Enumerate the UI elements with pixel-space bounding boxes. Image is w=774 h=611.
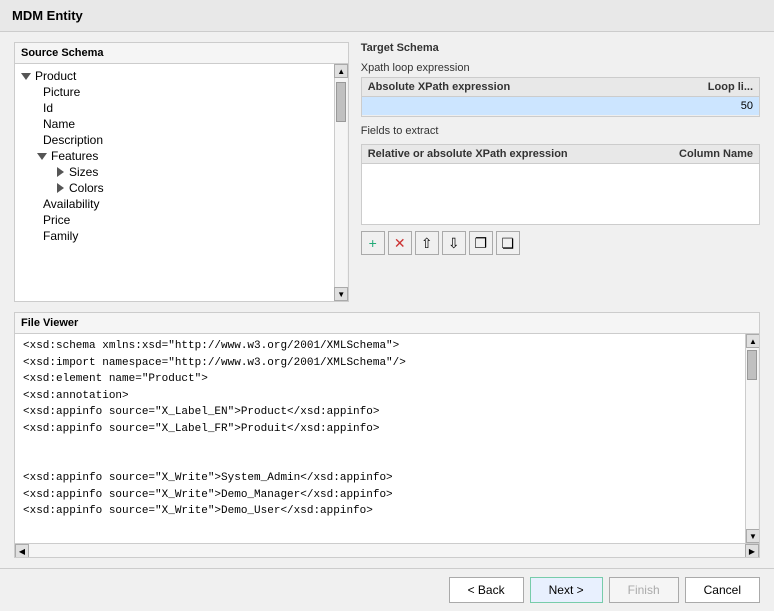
fv-hscroll-right-btn[interactable]: ▶ xyxy=(745,544,759,558)
colors-label: Colors xyxy=(67,181,104,195)
file-viewer-hscrollbar: ◀ ▶ xyxy=(15,543,759,557)
fields-table: Relative or absolute XPath expression Co… xyxy=(361,144,760,225)
file-viewer-panel: File Viewer <xsd:schema xmlns:xsd="http:… xyxy=(14,312,760,558)
fv-scroll-thumb[interactable] xyxy=(747,350,757,380)
xpath-col-label: Absolute XPath expression xyxy=(368,81,510,93)
scroll-down-btn[interactable]: ▼ xyxy=(334,287,348,301)
fields-table-body xyxy=(362,164,759,224)
tree-item-availability[interactable]: Availability xyxy=(15,196,334,212)
loop-col-header: Loop li... xyxy=(693,81,753,93)
fields-colname-label: Column Name xyxy=(679,148,753,160)
cancel-button[interactable]: Cancel xyxy=(685,577,760,603)
file-viewer-title: File Viewer xyxy=(15,313,759,334)
content-area: Source Schema Product Picture Id xyxy=(0,32,774,568)
finish-button[interactable]: Finish xyxy=(609,577,679,603)
sizes-label: Sizes xyxy=(67,165,98,179)
fields-toolbar: + ✕ ⇧ ⇩ ❐ ❏ xyxy=(361,229,760,257)
mdm-entity-dialog: MDM Entity Source Schema Product xyxy=(0,0,774,611)
fields-section-label: Fields to extract xyxy=(361,125,760,137)
root-label: Product xyxy=(33,69,76,83)
tree-item-colors[interactable]: Colors xyxy=(15,180,334,196)
file-viewer-vscrollbar: ▲ ▼ xyxy=(745,334,759,543)
fv-hscroll-left-btn[interactable]: ◀ xyxy=(15,544,29,558)
loop-value: 50 xyxy=(693,100,753,112)
tree-item-name[interactable]: Name xyxy=(15,116,334,132)
expand-icon[interactable] xyxy=(19,69,33,83)
fields-xpath-col-label: Relative or absolute XPath expression xyxy=(368,148,568,160)
xpath-table: Absolute XPath expression Loop li... 50 xyxy=(361,77,760,117)
fields-colname-header: Column Name xyxy=(663,148,753,160)
fv-scroll-up-btn[interactable]: ▲ xyxy=(746,334,759,348)
tree-item-sizes[interactable]: Sizes xyxy=(15,164,334,180)
xpath-section: Xpath loop expression Absolute XPath exp… xyxy=(361,62,760,117)
loop-col-label: Loop li... xyxy=(708,81,753,93)
tree-root-item[interactable]: Product xyxy=(15,68,334,84)
source-schema-title: Source Schema xyxy=(15,43,348,64)
paste-btn[interactable]: ❏ xyxy=(496,231,520,255)
top-panels: Source Schema Product Picture Id xyxy=(14,42,760,302)
features-label: Features xyxy=(49,149,98,163)
fv-scroll-track xyxy=(746,348,758,529)
fields-section: Fields to extract Relative or absolute X… xyxy=(361,125,760,302)
xpath-table-header: Absolute XPath expression Loop li... xyxy=(362,78,759,97)
tree-item-price[interactable]: Price xyxy=(15,212,334,228)
fv-scroll-down-btn[interactable]: ▼ xyxy=(746,529,759,543)
dialog-title: MDM Entity xyxy=(0,0,774,32)
next-button[interactable]: Next > xyxy=(530,577,603,603)
tree-item-id[interactable]: Id xyxy=(15,100,334,116)
move-down-btn[interactable]: ⇩ xyxy=(442,231,466,255)
fields-table-header: Relative or absolute XPath expression Co… xyxy=(362,145,759,164)
sizes-expand-icon[interactable] xyxy=(53,165,67,179)
tree-item-description[interactable]: Description xyxy=(15,132,334,148)
source-schema-panel: Source Schema Product Picture Id xyxy=(14,42,349,302)
xpath-value xyxy=(368,100,693,112)
title-text: MDM Entity xyxy=(12,8,83,23)
tree-item-picture[interactable]: Picture xyxy=(15,84,334,100)
tree-item-features[interactable]: Features xyxy=(15,148,334,164)
copy-btn[interactable]: ❐ xyxy=(469,231,493,255)
xpath-section-label: Xpath loop expression xyxy=(361,62,760,74)
scroll-thumb[interactable] xyxy=(336,82,346,122)
scroll-track xyxy=(335,78,347,287)
delete-field-btn[interactable]: ✕ xyxy=(388,231,412,255)
target-schema-panel: Target Schema Xpath loop expression Abso… xyxy=(361,42,760,302)
add-field-btn[interactable]: + xyxy=(361,231,385,255)
features-expand-icon[interactable] xyxy=(35,149,49,163)
file-viewer-content: <xsd:schema xmlns:xsd="http://www.w3.org… xyxy=(15,334,759,543)
source-scrollbar: ▲ ▼ xyxy=(334,64,348,301)
tree-container: Product Picture Id Name Description F xyxy=(15,64,348,301)
bottom-bar: < Back Next > Finish Cancel xyxy=(0,568,774,611)
back-button[interactable]: < Back xyxy=(449,577,524,603)
file-viewer-text: <xsd:schema xmlns:xsd="http://www.w3.org… xyxy=(15,334,745,543)
target-schema-title: Target Schema xyxy=(361,42,760,54)
xpath-col-header: Absolute XPath expression xyxy=(368,81,693,93)
fv-hscroll-track xyxy=(29,544,745,557)
tree-content: Product Picture Id Name Description F xyxy=(15,64,334,301)
tree-item-family[interactable]: Family xyxy=(15,228,334,244)
xpath-row[interactable]: 50 xyxy=(362,97,759,116)
move-up-btn[interactable]: ⇧ xyxy=(415,231,439,255)
colors-expand-icon[interactable] xyxy=(53,181,67,195)
fields-xpath-col-header: Relative or absolute XPath expression xyxy=(368,148,663,160)
scroll-up-btn[interactable]: ▲ xyxy=(334,64,348,78)
